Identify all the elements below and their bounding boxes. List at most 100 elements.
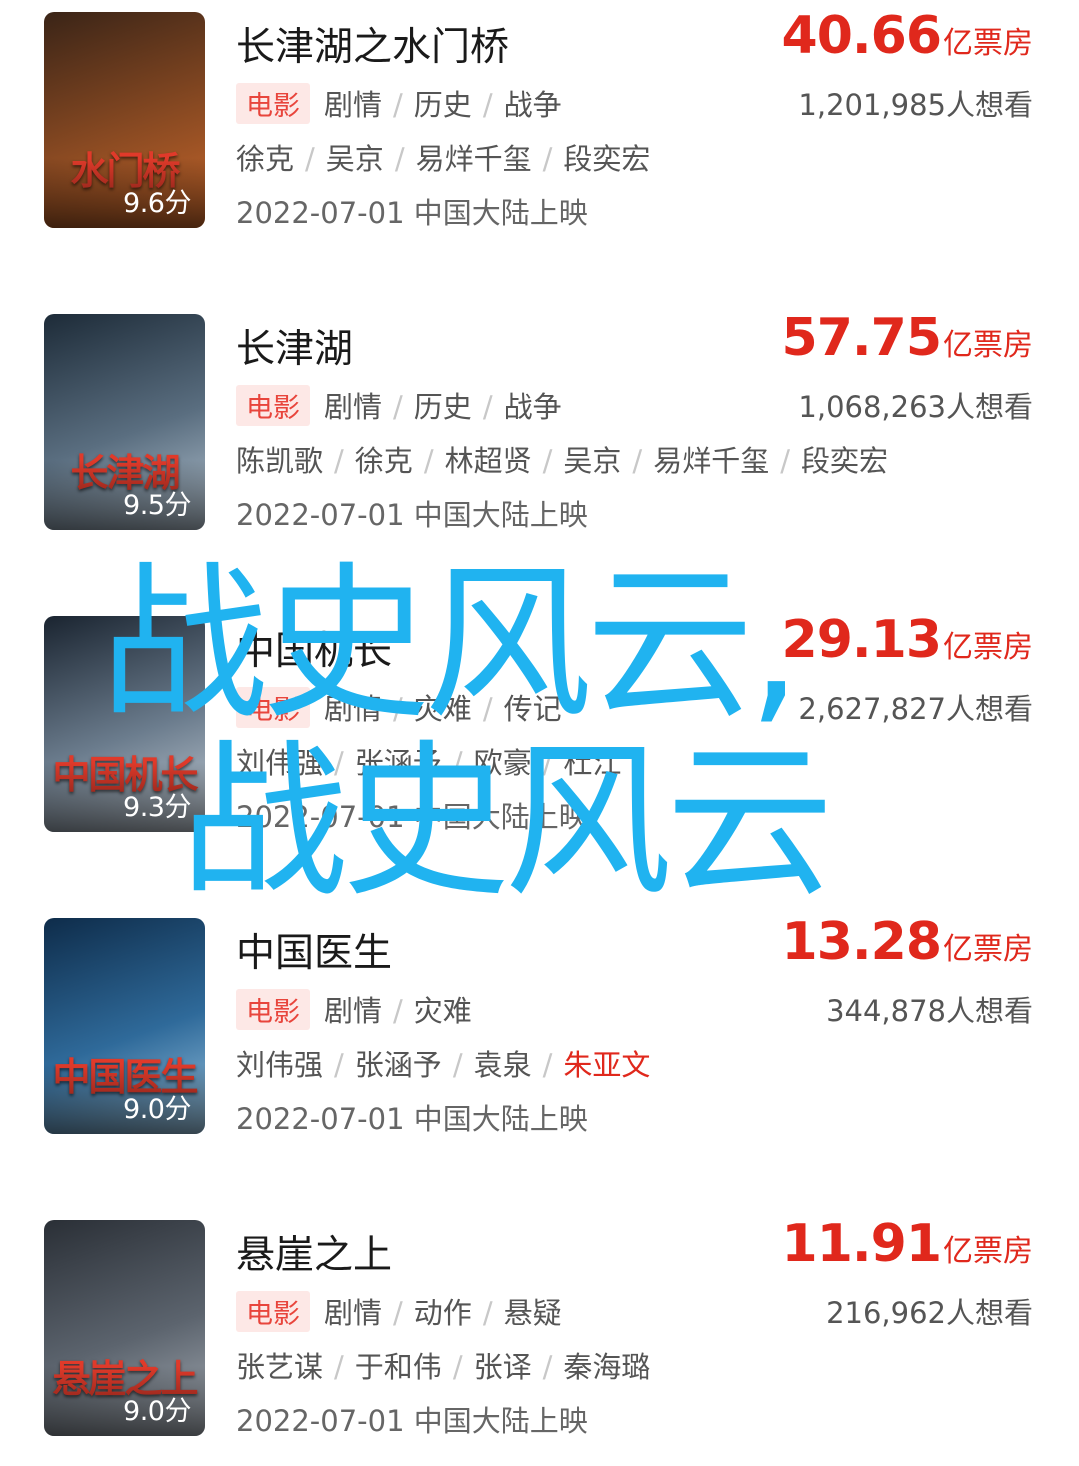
- movie-item[interactable]: 悬崖之上9.0分悬崖之上电影剧情 / 动作 / 悬疑张艺谋 / 于和伟 / 张译 / 秦海璐 2022…: [0, 1214, 1079, 1440]
- cast-name[interactable]: 林超贤: [445, 444, 532, 478]
- box-office-unit: 亿票房: [943, 328, 1033, 363]
- separator: /: [482, 692, 493, 726]
- box-office: 29.13亿票房: [782, 610, 1033, 670]
- box-office-value: 40.66: [781, 6, 942, 66]
- box-office-value: 11.91: [781, 1214, 942, 1274]
- separator: /: [632, 444, 643, 478]
- want-count: 1,201,985人想看: [798, 88, 1033, 122]
- movie-poster[interactable]: 中国医生9.0分: [44, 918, 205, 1134]
- cast-name[interactable]: 易烊千玺: [416, 142, 532, 176]
- genre-line: 电影 剧情 / 动作 / 悬疑: [236, 1290, 562, 1332]
- cast-name[interactable]: 张艺谋: [236, 1350, 323, 1384]
- separator: /: [334, 746, 344, 780]
- box-office: 57.75亿票房: [782, 308, 1033, 368]
- genre-label: 剧情: [324, 994, 383, 1028]
- cast-name[interactable]: 秦海璐: [563, 1350, 650, 1384]
- cast-name[interactable]: 刘伟强: [236, 746, 323, 780]
- movie-title[interactable]: 中国医生: [236, 922, 392, 978]
- rating-score: 9.0分: [123, 1094, 191, 1125]
- box-office-value: 13.28: [781, 912, 942, 972]
- cast-name[interactable]: 朱亚文: [563, 1048, 650, 1082]
- want-count: 344,878人想看: [826, 994, 1033, 1028]
- genre-label: 剧情: [324, 692, 383, 726]
- genre-label: 剧情: [324, 390, 383, 424]
- type-tag: 电影: [236, 385, 310, 426]
- movie-poster[interactable]: 长津湖9.5分: [44, 314, 205, 530]
- movie-poster[interactable]: 悬崖之上9.0分: [44, 1220, 205, 1436]
- genre-label: 传记: [503, 692, 562, 726]
- cast-name[interactable]: 徐克: [355, 444, 413, 478]
- cast-line: 陈凯歌 / 徐克 / 林超贤 / 吴京 / 易烊千玺 / 段奕宏: [236, 438, 888, 480]
- separator: /: [542, 1048, 553, 1082]
- separator: /: [334, 1048, 344, 1082]
- separator: /: [393, 692, 403, 726]
- genre-label: 战争: [503, 88, 562, 122]
- cast-name[interactable]: 欧豪: [474, 746, 532, 780]
- cast-name[interactable]: 陈凯歌: [236, 444, 323, 478]
- cast-name[interactable]: 吴京: [563, 444, 621, 478]
- cast-name[interactable]: 杜江: [563, 746, 621, 780]
- separator: /: [542, 444, 553, 478]
- movie-poster[interactable]: 中国机长9.3分: [44, 616, 205, 832]
- box-office-unit: 亿票房: [943, 932, 1033, 967]
- rating-score: 9.0分: [123, 1396, 191, 1427]
- separator: /: [393, 88, 403, 122]
- movie-item[interactable]: 中国医生9.0分中国医生电影剧情 / 灾难刘伟强 / 张涵予 / 袁泉 / 朱亚文 2022-07…: [0, 912, 1079, 1138]
- type-tag: 电影: [236, 83, 310, 124]
- release-date: 2022-07-01 中国大陆上映: [236, 800, 588, 834]
- cast-name[interactable]: 张涵予: [355, 1048, 442, 1082]
- separator: /: [423, 444, 434, 478]
- genre-label: 剧情: [324, 1296, 383, 1330]
- separator: /: [482, 1296, 493, 1330]
- genre-line: 电影 剧情 / 灾难 / 传记: [236, 686, 562, 728]
- cast-name[interactable]: 张译: [474, 1350, 532, 1384]
- genre-label: 历史: [413, 390, 472, 424]
- separator: /: [452, 1350, 463, 1384]
- separator: /: [393, 390, 403, 424]
- cast-name[interactable]: 徐克: [236, 142, 294, 176]
- genre-label: 悬疑: [503, 1296, 562, 1330]
- genre-line: 电影 剧情 / 灾难: [236, 988, 472, 1030]
- cast-name[interactable]: 吴京: [326, 142, 384, 176]
- movie-item[interactable]: 长津湖9.5分长津湖电影剧情 / 历史 / 战争陈凯歌 / 徐克 / 林超贤 / 吴京 / 易烊千玺 / 段…: [0, 308, 1079, 534]
- want-count: 1,068,263人想看: [798, 390, 1033, 424]
- cast-name[interactable]: 段奕宏: [801, 444, 888, 478]
- separator: /: [542, 142, 553, 176]
- movie-poster[interactable]: 水门桥9.6分: [44, 12, 205, 228]
- cast-line: 徐克 / 吴京 / 易烊千玺 / 段奕宏: [236, 136, 650, 178]
- cast-line: 刘伟强 / 张涵予 / 袁泉 / 朱亚文: [236, 1042, 650, 1084]
- box-office-value: 57.75: [781, 308, 942, 368]
- box-office-value: 29.13: [781, 610, 942, 670]
- rating-score: 9.6分: [123, 188, 191, 219]
- movie-title[interactable]: 长津湖: [236, 318, 353, 374]
- separator: /: [394, 142, 405, 176]
- cast-name[interactable]: 于和伟: [355, 1350, 442, 1384]
- want-count: 216,962人想看: [826, 1296, 1033, 1330]
- genre-line: 电影 剧情 / 历史 / 战争: [236, 384, 562, 426]
- separator: /: [393, 1296, 403, 1330]
- movie-item[interactable]: 水门桥9.6分长津湖之水门桥电影剧情/历史/战争徐克/吴京/易烊千玺/段奕宏20…: [0, 6, 1079, 232]
- movie-title[interactable]: 长津湖之水门桥: [236, 16, 509, 72]
- separator: /: [542, 1350, 553, 1384]
- cast-name[interactable]: 易烊千玺: [653, 444, 769, 478]
- type-tag: 电影: [236, 687, 310, 728]
- separator: /: [542, 746, 553, 780]
- separator: /: [452, 746, 463, 780]
- cast-name[interactable]: 段奕宏: [563, 142, 650, 176]
- separator: /: [393, 994, 403, 1028]
- genre-label: 灾难: [413, 692, 472, 726]
- cast-name[interactable]: 刘伟强: [236, 1048, 323, 1082]
- movie-title[interactable]: 悬崖之上: [236, 1224, 392, 1280]
- cast-name[interactable]: 袁泉: [474, 1048, 532, 1082]
- separator: /: [305, 142, 315, 176]
- separator: /: [482, 88, 493, 122]
- movie-title[interactable]: 中国机长: [236, 620, 392, 676]
- movie-item[interactable]: 中国机长9.3分中国机长电影剧情 / 灾难 / 传记刘伟强 / 张涵予 / 欧豪 / 杜江 2022-…: [0, 610, 1079, 836]
- cast-name[interactable]: 张涵予: [355, 746, 442, 780]
- genre-label: 灾难: [413, 994, 472, 1028]
- box-office-unit: 亿票房: [943, 1234, 1033, 1269]
- genre-line: 电影 剧情 / 历史 / 战争: [236, 82, 562, 124]
- box-office-unit: 亿票房: [943, 26, 1033, 61]
- separator: /: [452, 1048, 463, 1082]
- separator: /: [334, 1350, 344, 1384]
